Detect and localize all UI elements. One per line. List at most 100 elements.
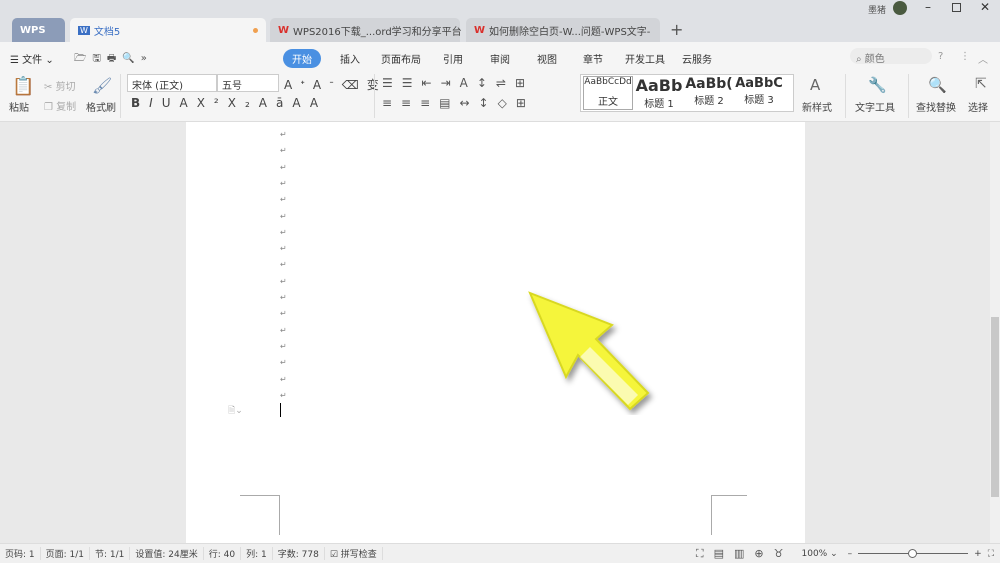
new-style-icon: A	[810, 76, 821, 94]
font-format-tools[interactable]: BIUAX²X₂AāAA	[131, 96, 327, 110]
tab-wps-home[interactable]: WPS	[12, 18, 65, 42]
paragraph-mark: ↵	[280, 244, 287, 254]
status-section[interactable]: 节: 1/1	[90, 547, 131, 560]
avatar[interactable]	[893, 1, 907, 15]
paragraph-mark: ↵	[280, 227, 287, 237]
fullscreen-icon[interactable]: ⛶	[988, 549, 994, 559]
style-name: 标题 3	[744, 95, 774, 106]
text-tools-button[interactable]: 文字工具	[855, 99, 895, 114]
maximize-button[interactable]	[952, 3, 961, 12]
zoom-in-button[interactable]: +	[974, 549, 982, 559]
find-replace-button[interactable]: 查找替换	[916, 99, 956, 114]
paragraph-mark: ↵	[280, 374, 287, 384]
help-icon[interactable]: ?	[938, 51, 943, 62]
find-icon: 🔍	[928, 76, 947, 94]
paragraph-tools-row1[interactable]: ☰☰⇤⇥A↕⇌⊞	[382, 76, 534, 90]
tab-review[interactable]: 审阅	[490, 51, 510, 66]
font-size-select[interactable]: 五号	[217, 74, 279, 92]
zoom-level: 100%	[801, 548, 828, 559]
tab-label: 文档5	[93, 26, 121, 38]
format-painter-icon: 🖌	[92, 76, 113, 95]
tab-label: WPS	[20, 24, 46, 36]
status-row: 行: 40	[204, 547, 242, 560]
tab-web-2[interactable]: W 如何删除空白页-W...问题-WPS文字-	[466, 18, 660, 42]
paragraph-mark: ↵	[280, 195, 287, 205]
paragraph-mark: ↵	[280, 211, 287, 221]
search-placeholder: 颜色	[864, 54, 885, 65]
unsaved-dot	[253, 27, 258, 33]
status-word-count[interactable]: 字数: 778	[273, 547, 325, 560]
zoom-select[interactable]: 100% ⌄	[802, 549, 838, 559]
wps-logo-icon: W	[278, 24, 290, 36]
style-preview: AaBb	[635, 76, 683, 95]
tab-developer[interactable]: 开发工具	[625, 51, 665, 66]
style-normal[interactable]: AaBbCcDd 正文	[583, 76, 633, 110]
style-preview: AaBb(	[685, 76, 733, 92]
search-icon: ⌕	[856, 54, 862, 65]
tab-label: 如何删除空白页-W...问题-WPS文字-	[489, 26, 651, 38]
zoom-slider-thumb[interactable]	[908, 549, 918, 558]
view-mode-buttons[interactable]: ⛶▤▥⊕♉	[696, 547, 794, 561]
tab-references[interactable]: 引用	[443, 51, 463, 66]
document-page[interactable]	[186, 122, 805, 543]
scroll-thumb[interactable]	[991, 317, 999, 497]
zoom-slider[interactable]	[858, 549, 969, 558]
margin-corner-left	[240, 495, 280, 535]
cut-button[interactable]: ✂ 剪切	[44, 78, 76, 93]
spell-check-label: 拼写检查	[340, 550, 377, 560]
wrench-icon: 🔧	[868, 76, 887, 94]
paragraph-mark: ↵	[280, 260, 287, 270]
status-col: 列: 1	[241, 547, 273, 560]
status-bar: 页码: 1 页面: 1/1 节: 1/1 设置值: 24厘米 行: 40 列: …	[0, 543, 1000, 563]
doc-icon: W	[78, 25, 90, 35]
tab-label: WPS2016下载_...ord学习和分享平台	[293, 26, 462, 38]
minimize-button[interactable]: –	[925, 0, 931, 14]
tab-sections[interactable]: 章节	[583, 51, 603, 66]
tab-page-layout[interactable]: 页面布局	[381, 51, 421, 66]
margin-corner-right	[711, 495, 747, 535]
tab-cloud[interactable]: 云服务	[682, 51, 712, 66]
format-painter-button[interactable]: 格式刷	[86, 99, 116, 114]
zoom-out-button[interactable]: –	[848, 549, 853, 559]
style-name: 标题 1	[644, 99, 674, 110]
style-heading3[interactable]: AaBbC 标题 3	[734, 76, 784, 106]
font-select[interactable]: 宋体 (正文)	[127, 74, 217, 92]
paste-icon[interactable]: 📋	[12, 76, 34, 97]
vertical-scrollbar[interactable]	[990, 122, 1000, 543]
more-icon[interactable]: ⋮	[960, 51, 970, 62]
tab-web-1[interactable]: W WPS2016下载_...ord学习和分享平台	[270, 18, 462, 42]
close-button[interactable]: ✕	[980, 0, 990, 14]
paragraph-mark: ↵	[280, 276, 287, 286]
tab-insert[interactable]: 插入	[340, 51, 360, 66]
paste-button[interactable]: 粘贴	[9, 99, 29, 114]
copy-button[interactable]: ❐ 复制	[44, 98, 76, 113]
search-box[interactable]: ⌕ 颜色	[850, 48, 932, 65]
style-preview: AaBbC	[735, 76, 783, 91]
paragraph-mark: ↵	[280, 293, 287, 302]
paragraph-mark: ↵	[280, 178, 287, 188]
font-size-tools[interactable]: AᐩAᐨ⌫变	[284, 76, 387, 93]
wps-logo-icon: W	[474, 24, 486, 36]
status-setting[interactable]: 设置值: 24厘米	[130, 547, 204, 560]
style-heading2[interactable]: AaBb(标题 2	[684, 76, 734, 107]
tab-home[interactable]: 开始	[283, 49, 321, 68]
file-menu[interactable]: ☰ 文件 ⌄	[10, 51, 54, 66]
paragraph-options-icon[interactable]: 🗎⌄	[228, 403, 243, 419]
status-page-number[interactable]: 页码: 1	[0, 547, 41, 560]
spell-check-button[interactable]: ☑ 拼写检查	[325, 547, 383, 560]
select-button[interactable]: 选择	[968, 99, 988, 114]
tab-document5[interactable]: W 文档5	[70, 18, 266, 42]
paragraph-mark: ↵	[280, 325, 287, 335]
quick-access-toolbar[interactable]: 🗁🖫🖶🔍»	[74, 51, 153, 68]
collapse-ribbon-icon[interactable]: ︿	[978, 51, 988, 66]
paragraph-tools-row2[interactable]: ≡≡≡▤↔↕◇⊞	[382, 96, 535, 110]
file-label: 文件	[22, 55, 43, 66]
paragraph-mark: ↵	[280, 130, 287, 139]
status-pages[interactable]: 页面: 1/1	[41, 547, 91, 560]
tab-view[interactable]: 视图	[537, 51, 557, 66]
new-style-button[interactable]: 新样式	[802, 99, 832, 114]
new-tab-button[interactable]: +	[670, 20, 683, 39]
user-name[interactable]: 墨猪	[868, 3, 886, 16]
style-heading1[interactable]: AaBb 标题 1	[634, 76, 684, 110]
paragraph-mark: ↵	[280, 146, 287, 156]
